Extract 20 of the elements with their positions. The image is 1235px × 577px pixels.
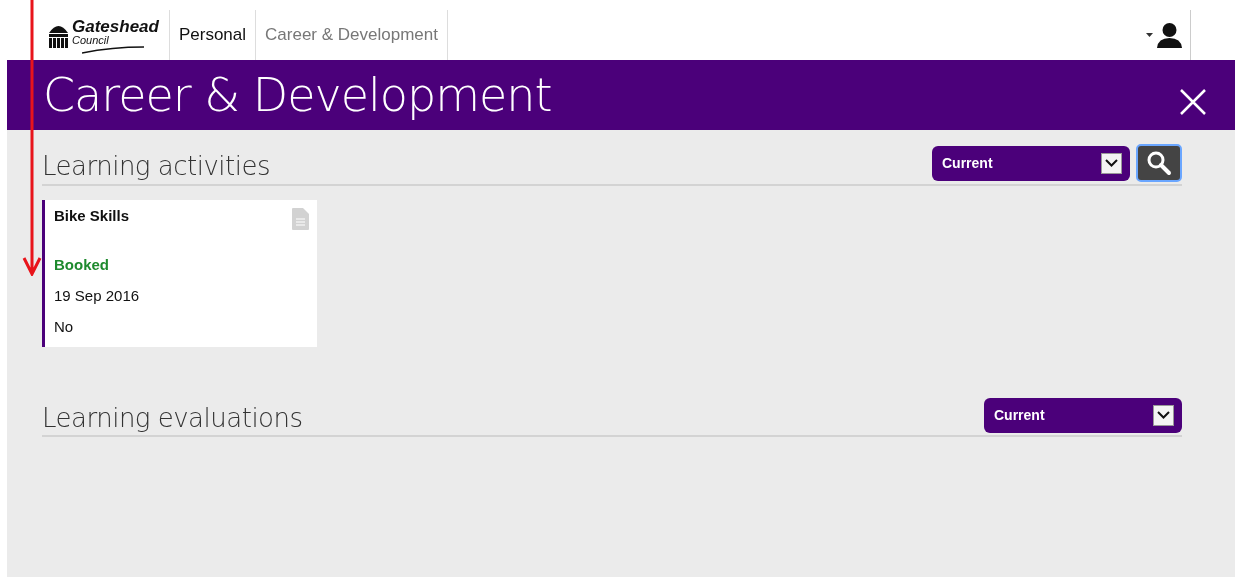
card-text: No [54,318,75,335]
card-title: Bike Skills [54,207,130,224]
chevron-down-icon [1105,159,1118,167]
card-status: Booked [54,256,110,273]
chevron-down-icon [1157,411,1170,419]
caret-icon[interactable] [1146,33,1153,37]
activity-card[interactable]: Bike Skills Booked 19 Sep 2016 No [42,200,317,347]
filter-dropdown[interactable]: Current [932,145,1130,181]
search-button[interactable] [1136,144,1182,182]
logo-subtitle: Council [72,35,109,46]
card-date: 19 Sep 2016 [54,287,141,304]
section-title: Learning evaluations [42,403,303,433]
logo-name: Gateshead [72,18,159,35]
swoosh-icon [82,46,144,54]
filter-dropdown[interactable]: Current [984,397,1182,433]
user-icon[interactable] [1157,22,1182,48]
section-title: Learning activities [42,151,270,181]
page-title: Career & Development [43,68,552,122]
search-icon [1146,150,1172,176]
close-button[interactable] [1179,88,1207,116]
